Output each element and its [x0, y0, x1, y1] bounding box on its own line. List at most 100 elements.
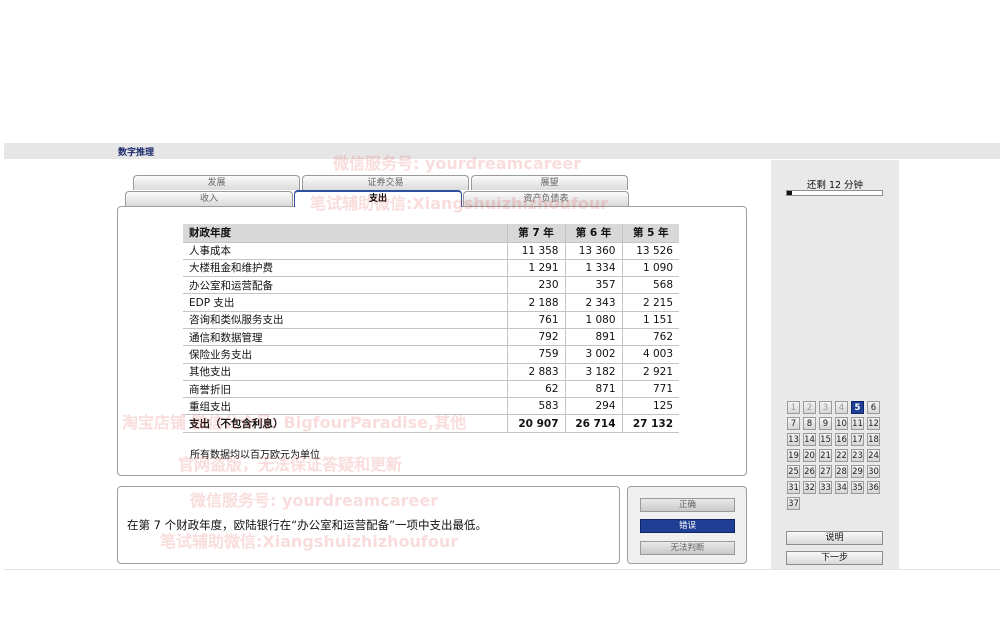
question-nav-button-29[interactable]: 29	[851, 465, 864, 478]
table-cell: 771	[621, 380, 679, 399]
table-row: 商誉折旧 62 871 771	[183, 380, 679, 399]
table-cell: 792	[506, 328, 565, 347]
table-cell: 2 188	[506, 293, 565, 312]
question-nav-button-5[interactable]: 5	[851, 401, 864, 414]
column-header: 第 6 年	[564, 224, 622, 243]
question-nav-button-11[interactable]: 11	[851, 417, 864, 430]
tab-balance-sheet[interactable]: 资产负债表	[463, 191, 629, 206]
table-cell: 759	[506, 345, 565, 364]
column-header: 第 7 年	[506, 224, 565, 243]
table-cell: 230	[506, 276, 565, 295]
divider	[4, 569, 1000, 570]
table-row: EDP 支出 2 188 2 343 2 215	[183, 293, 679, 312]
tab-development[interactable]: 发展	[133, 175, 300, 190]
question-nav-button-31[interactable]: 31	[787, 481, 800, 494]
question-nav-button-32[interactable]: 32	[803, 481, 816, 494]
question-nav-button-18[interactable]: 18	[867, 433, 880, 446]
page-title: 数字推理	[118, 148, 155, 158]
question-nav-button-33[interactable]: 33	[819, 481, 832, 494]
question-nav-button-24[interactable]: 24	[867, 449, 880, 462]
question-nav-button-4[interactable]: 4	[835, 401, 848, 414]
question-nav-button-14[interactable]: 14	[803, 433, 816, 446]
question-nav-button-2[interactable]: 2	[803, 401, 816, 414]
question-nav-button-9[interactable]: 9	[819, 417, 832, 430]
table-row: 保险业务支出 759 3 002 4 003	[183, 345, 679, 364]
table-cell: 357	[564, 276, 622, 295]
table-cell: 2 343	[564, 293, 622, 312]
time-progress-bar	[786, 190, 883, 196]
tab-securities[interactable]: 证券交易	[302, 175, 469, 190]
question-nav-button-36[interactable]: 36	[867, 481, 880, 494]
timer-text: 还剩 12 分钟	[806, 180, 864, 191]
question-nav-button-35[interactable]: 35	[851, 481, 864, 494]
question-nav-button-12[interactable]: 12	[867, 417, 880, 430]
table-total-row: 支出（不包含利息） 20 907 26 714 27 132	[183, 414, 679, 433]
table-cell: 1 090	[621, 259, 679, 278]
row-label: 通信和数据管理	[183, 328, 507, 347]
tab-income[interactable]: 收入	[125, 191, 293, 206]
row-label: 办公室和运营配备	[183, 276, 507, 295]
question-nav-button-20[interactable]: 20	[803, 449, 816, 462]
title-bar: 数字推理	[4, 143, 1000, 159]
row-label: 大楼租金和维护费	[183, 259, 507, 278]
next-button[interactable]: 下一步	[786, 551, 883, 565]
table-row: 其他支出 2 883 3 182 2 921	[183, 363, 679, 381]
table-cell: 4 003	[621, 345, 679, 364]
table-cell: 1 334	[564, 259, 622, 278]
question-nav-button-19[interactable]: 19	[787, 449, 800, 462]
question-nav-button-15[interactable]: 15	[819, 433, 832, 446]
question-nav-button-21[interactable]: 21	[819, 449, 832, 462]
table-cell: 62	[506, 380, 565, 399]
question-nav-button-25[interactable]: 25	[787, 465, 800, 478]
row-label: EDP 支出	[183, 293, 507, 312]
row-label: 重组支出	[183, 397, 507, 416]
row-label: 保险业务支出	[183, 345, 507, 364]
table-cell: 13 526	[621, 242, 679, 260]
question-text: 在第 7 个财政年度，欧陆银行在“办公室和运营配备”一项中支出最低。	[127, 518, 488, 532]
column-header: 第 5 年	[621, 224, 679, 243]
question-nav-button-22[interactable]: 22	[835, 449, 848, 462]
question-nav-button-27[interactable]: 27	[819, 465, 832, 478]
question-nav-button-26[interactable]: 26	[803, 465, 816, 478]
explain-button[interactable]: 说明	[786, 531, 883, 545]
row-label: 咨询和类似服务支出	[183, 311, 507, 329]
table-cell: 3 002	[564, 345, 622, 364]
table-cell: 1 291	[506, 259, 565, 278]
table-cell: 294	[564, 397, 622, 416]
question-nav-button-1[interactable]: 1	[787, 401, 800, 414]
table-cell: 26 714	[564, 414, 622, 433]
answer-true-button[interactable]: 正确	[640, 498, 735, 512]
table-cell: 2 883	[506, 363, 565, 381]
table-header-row: 财政年度 第 7 年 第 6 年 第 5 年	[183, 224, 679, 243]
table-cell: 125	[621, 397, 679, 416]
table-cell: 2 215	[621, 293, 679, 312]
table-row: 咨询和类似服务支出 761 1 080 1 151	[183, 311, 679, 329]
question-nav-button-34[interactable]: 34	[835, 481, 848, 494]
question-nav-button-6[interactable]: 6	[867, 401, 880, 414]
question-nav-button-28[interactable]: 28	[835, 465, 848, 478]
table-cell: 13 360	[564, 242, 622, 260]
question-nav-button-7[interactable]: 7	[787, 417, 800, 430]
question-nav-button-17[interactable]: 17	[851, 433, 864, 446]
row-label: 支出（不包含利息）	[183, 414, 507, 433]
table-cell: 568	[621, 276, 679, 295]
question-nav-button-13[interactable]: 13	[787, 433, 800, 446]
answer-cannot-say-button[interactable]: 无法判断	[640, 541, 735, 555]
tab-expenses[interactable]: 支出	[294, 190, 462, 207]
table-cell: 762	[621, 328, 679, 347]
table-cell: 891	[564, 328, 622, 347]
row-label: 人事成本	[183, 242, 507, 260]
table-cell: 27 132	[621, 414, 679, 433]
table-row: 大楼租金和维护费 1 291 1 334 1 090	[183, 259, 679, 278]
tab-outlook[interactable]: 展望	[471, 175, 628, 190]
question-nav-button-3[interactable]: 3	[819, 401, 832, 414]
question-nav-button-37[interactable]: 37	[787, 497, 800, 510]
question-nav-button-30[interactable]: 30	[867, 465, 880, 478]
table-cell: 11 358	[506, 242, 565, 260]
question-nav-button-16[interactable]: 16	[835, 433, 848, 446]
question-nav-button-10[interactable]: 10	[835, 417, 848, 430]
question-nav-button-8[interactable]: 8	[803, 417, 816, 430]
answer-false-button[interactable]: 错误	[640, 519, 735, 533]
table-row: 重组支出 583 294 125	[183, 397, 679, 416]
question-nav-button-23[interactable]: 23	[851, 449, 864, 462]
